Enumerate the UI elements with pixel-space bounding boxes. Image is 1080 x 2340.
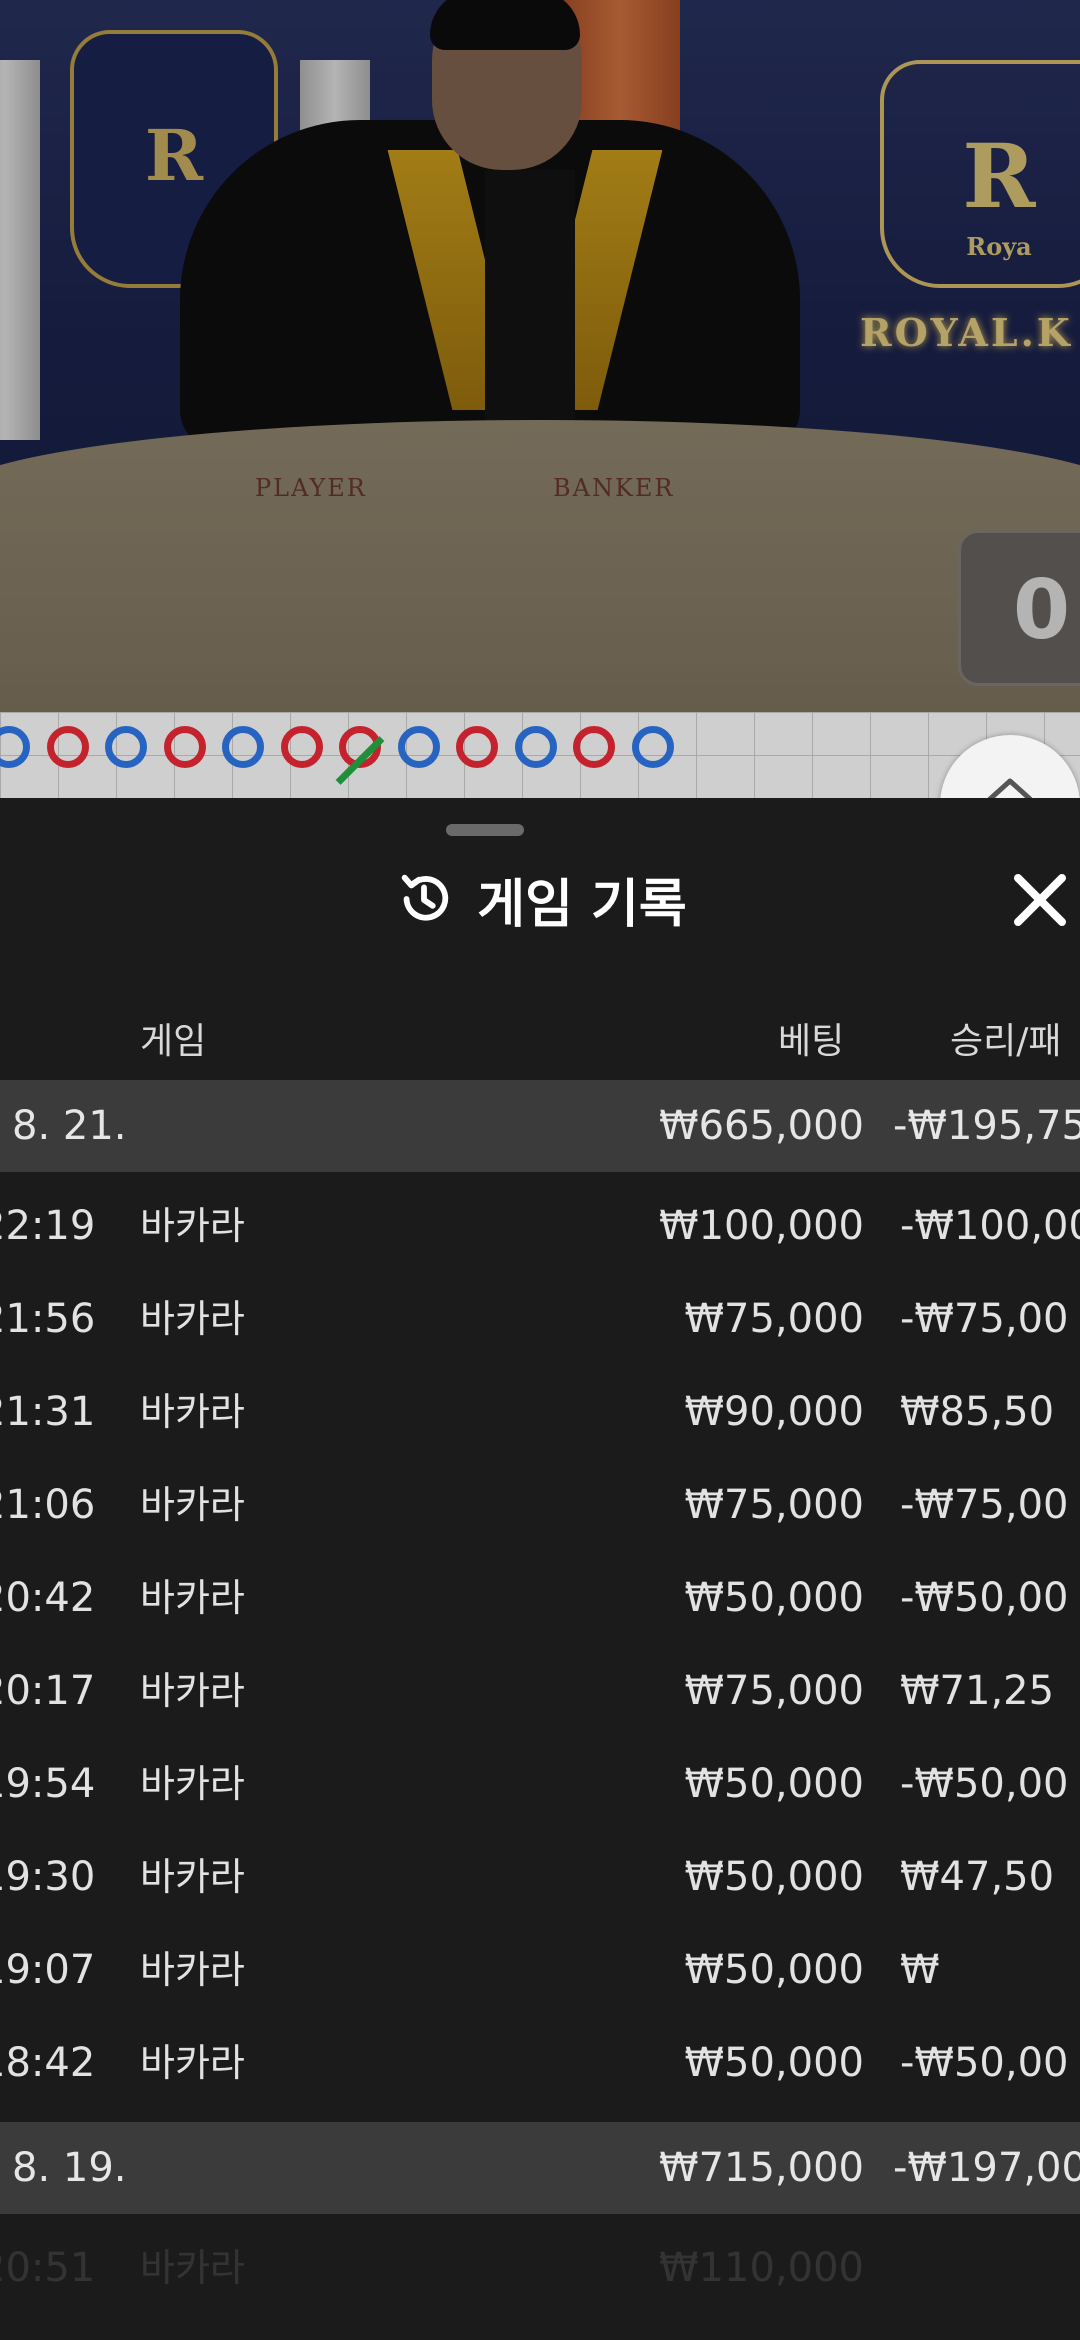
bead-road <box>0 712 1080 798</box>
row-game: 바카라 <box>140 1948 245 1992</box>
history-row[interactable]: 20:51 바카라 ₩110,000 <box>0 2222 1080 2315</box>
video-dim-overlay <box>0 0 1080 712</box>
banker-bead <box>573 726 615 768</box>
history-row[interactable]: 22:19 바카라 ₩100,000 -₩100,00 <box>0 1180 1080 1273</box>
group-date: 8. 19. <box>12 2145 127 2191</box>
row-bet: ₩50,000 <box>684 1761 864 1807</box>
history-row[interactable]: 19:30 바카라 ₩50,000 ₩47,50 <box>0 1831 1080 1924</box>
column-header-bet: 베팅 <box>778 1021 845 1062</box>
row-bet: ₩75,000 <box>684 1482 864 1528</box>
row-game: 바카라 <box>140 2041 245 2085</box>
row-time: 19:54 <box>0 1761 96 1807</box>
row-result: -₩75,00 <box>900 1482 1069 1528</box>
row-result: -₩50,00 <box>900 2040 1069 2086</box>
row-bet: ₩75,000 <box>684 1296 864 1342</box>
row-game: 바카라 <box>140 1669 245 1713</box>
group-date: 8. 21. <box>12 1103 127 1149</box>
row-time: 20:42 <box>0 1575 96 1621</box>
row-result: -₩100,00 <box>900 1203 1080 1249</box>
row-time: 20:17 <box>0 1668 96 1714</box>
row-result: ₩85,50 <box>900 1389 1055 1435</box>
row-bet: ₩50,000 <box>684 1854 864 1900</box>
player-bead <box>0 726 30 768</box>
row-bet: ₩100,000 <box>659 1203 864 1249</box>
row-game: 바카라 <box>140 1483 245 1527</box>
row-game: 바카라 <box>140 1204 245 1248</box>
row-game: 바카라 <box>140 1576 245 1620</box>
close-icon <box>1014 874 1066 926</box>
history-row[interactable]: 21:56 바카라 ₩75,000 -₩75,00 <box>0 1273 1080 1366</box>
row-bet: ₩50,000 <box>684 1575 864 1621</box>
row-result: -₩75,00 <box>900 1296 1069 1342</box>
date-group-row: 8. 21. ₩665,000 -₩195,75 <box>0 1080 1080 1172</box>
row-result: ₩71,25 <box>900 1668 1055 1714</box>
history-row[interactable]: 18:42 바카라 ₩50,000 -₩50,00 <box>0 2017 1080 2110</box>
history-icon <box>401 874 449 921</box>
row-game: 바카라 <box>140 1390 245 1434</box>
row-time: 19:30 <box>0 1854 96 1900</box>
row-bet: ₩50,000 <box>684 1947 864 1993</box>
banker-bead <box>163 726 206 768</box>
history-row[interactable]: 19:54 바카라 ₩50,000 -₩50,00 <box>0 1738 1080 1831</box>
row-bet: ₩75,000 <box>684 1668 864 1714</box>
group-result-total: -₩197,00 <box>893 2145 1080 2191</box>
sheet-header: 게임 기록 <box>0 864 1080 935</box>
row-game: 바카라 <box>140 1855 245 1899</box>
player-bead <box>397 726 440 768</box>
live-video: R R Roya ROYAL.K PLAYER BANKER 0 <box>0 0 1080 712</box>
date-group-row: 8. 19. ₩715,000 -₩197,00 <box>0 2122 1080 2214</box>
row-result: -₩50,00 <box>900 1575 1069 1621</box>
player-bead <box>514 726 557 768</box>
row-bet: ₩50,000 <box>684 2040 864 2086</box>
banker-bead <box>280 726 323 768</box>
row-time: 21:56 <box>0 1296 96 1342</box>
row-time: 19:07 <box>0 1947 96 1993</box>
row-bet: ₩110,000 <box>659 2245 864 2291</box>
history-row[interactable]: 21:06 바카라 ₩75,000 -₩75,00 <box>0 1459 1080 1552</box>
group-result-total: -₩195,75 <box>893 1103 1080 1149</box>
banker-bead <box>46 726 89 768</box>
player-bead <box>105 726 147 768</box>
history-row[interactable]: 19:07 바카라 ₩50,000 ₩ <box>0 1924 1080 2017</box>
history-row[interactable]: 20:17 바카라 ₩75,000 ₩71,25 <box>0 1645 1080 1738</box>
row-result: ₩47,50 <box>900 1854 1055 1900</box>
row-result: -₩50,00 <box>900 1761 1069 1807</box>
row-game: 바카라 <box>140 1297 245 1341</box>
group-bet-total: ₩715,000 <box>659 2145 864 2191</box>
close-button[interactable] <box>1010 870 1070 930</box>
banker-bead <box>456 726 498 768</box>
player-bead <box>222 726 264 768</box>
game-history-sheet: 게임 기록 게임 베팅 승리/패 8. 21. ₩665,000 -₩195,7… <box>0 798 1080 2340</box>
row-game: 바카라 <box>140 2246 245 2290</box>
history-row[interactable]: 20:42 바카라 ₩50,000 -₩50,00 <box>0 1552 1080 1645</box>
column-header-result: 승리/패 <box>950 1021 1062 1062</box>
row-result: ₩ <box>900 1947 940 1993</box>
row-bet: ₩90,000 <box>684 1389 864 1435</box>
group-bet-total: ₩665,000 <box>659 1103 864 1149</box>
row-time: 21:31 <box>0 1389 96 1435</box>
drag-handle[interactable] <box>446 824 524 836</box>
player-bead <box>631 726 674 768</box>
row-time: 22:19 <box>0 1203 96 1249</box>
row-time: 21:06 <box>0 1482 96 1528</box>
row-time: 20:51 <box>0 2245 96 2291</box>
history-row[interactable]: 21:31 바카라 ₩90,000 ₩85,50 <box>0 1366 1080 1459</box>
sheet-title: 게임 기록 <box>477 874 687 935</box>
column-header-game: 게임 <box>140 1021 207 1062</box>
row-time: 18:42 <box>0 2040 96 2086</box>
row-game: 바카라 <box>140 1762 245 1806</box>
